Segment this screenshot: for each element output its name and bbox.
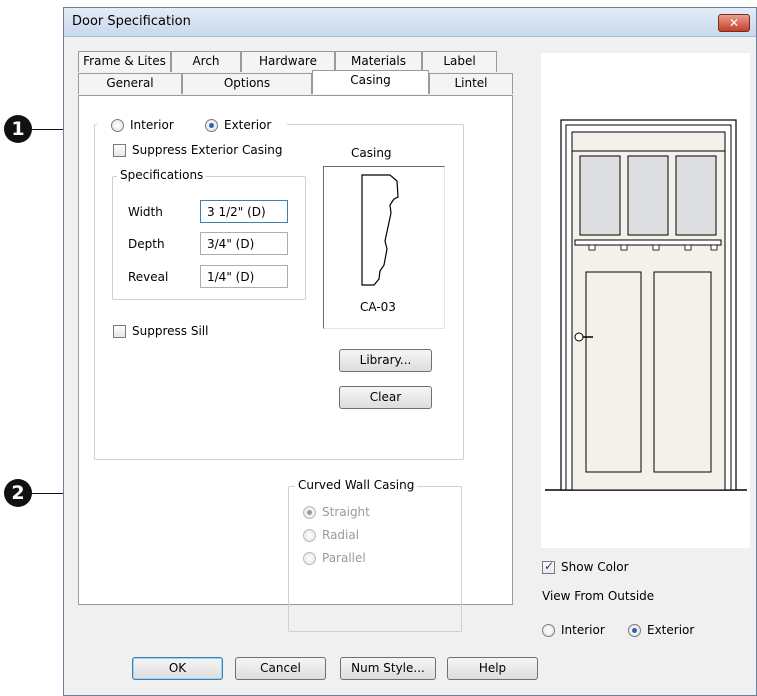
parallel-radio-label: Parallel — [322, 551, 366, 565]
title-bar: Door Specification ✕ — [64, 8, 756, 37]
ok-button[interactable]: OK — [132, 657, 223, 680]
preview-exterior-label: Exterior — [647, 623, 695, 637]
casing-tab-panel: Interior Exterior Suppress Exterior Casi… — [78, 95, 513, 632]
num-style-button[interactable]: Num Style... — [340, 657, 436, 680]
door-elevation-image — [545, 119, 747, 491]
tab-arch[interactable]: Arch — [171, 51, 241, 72]
show-color-checkbox[interactable] — [542, 559, 555, 574]
straight-radio-label: Straight — [322, 505, 370, 519]
depth-field[interactable] — [200, 232, 288, 255]
preview-interior-label: Interior — [561, 623, 605, 637]
suppress-sill-label: Suppress Sill — [132, 324, 209, 338]
show-color-label: Show Color — [561, 560, 629, 574]
suppress-sill-checkbox[interactable] — [113, 325, 126, 338]
tab-casing[interactable]: Casing — [312, 70, 429, 94]
cancel-button[interactable]: Cancel — [235, 657, 326, 680]
exterior-radio[interactable] — [205, 119, 218, 132]
preview-interior-radio[interactable] — [542, 624, 555, 637]
specifications-legend: Specifications — [117, 168, 207, 182]
window-title: Door Specification — [72, 14, 191, 29]
tab-hardware[interactable]: Hardware — [241, 51, 335, 72]
door-specification-dialog: Door Specification ✕ Frame & Lites Arch … — [63, 7, 757, 696]
radial-radio[interactable] — [303, 529, 316, 542]
interior-radio[interactable] — [111, 119, 124, 132]
view-from-outside-label: View From Outside — [542, 589, 655, 603]
library-button[interactable]: Library... — [339, 349, 432, 372]
close-icon: ✕ — [728, 16, 740, 30]
clear-button[interactable]: Clear — [339, 386, 432, 409]
parallel-radio[interactable] — [303, 552, 316, 565]
width-field[interactable] — [200, 200, 288, 223]
reveal-label: Reveal — [128, 270, 169, 284]
tab-lintel[interactable]: Lintel — [429, 73, 513, 94]
callout-1: 1 — [4, 115, 32, 143]
width-label: Width — [128, 205, 163, 219]
door-preview-panel — [541, 53, 750, 548]
help-button[interactable]: Help — [447, 657, 538, 680]
curved-wall-casing-legend: Curved Wall Casing — [295, 478, 418, 492]
suppress-exterior-casing-label: Suppress Exterior Casing — [132, 143, 283, 157]
depth-label: Depth — [128, 237, 165, 251]
radial-radio-label: Radial — [322, 528, 360, 542]
straight-radio[interactable] — [303, 506, 316, 519]
callout-2: 2 — [4, 479, 32, 507]
tab-general[interactable]: General — [78, 73, 182, 94]
casing-side-legend: Interior Exterior — [97, 117, 287, 135]
casing-profile-name: CA-03 — [360, 300, 396, 314]
exterior-radio-label: Exterior — [224, 118, 272, 132]
casing-profile-preview[interactable]: CA-03 — [323, 166, 445, 329]
tab-frame-lites[interactable]: Frame & Lites — [78, 51, 171, 72]
tab-materials[interactable]: Materials — [335, 51, 422, 72]
reveal-field[interactable] — [200, 265, 288, 288]
interior-radio-label: Interior — [130, 118, 174, 132]
tab-options[interactable]: Options — [182, 73, 312, 94]
suppress-exterior-casing-checkbox[interactable] — [113, 144, 126, 157]
casing-preview-title: Casing — [351, 146, 392, 160]
close-button[interactable]: ✕ — [718, 14, 750, 32]
preview-exterior-radio[interactable] — [628, 624, 641, 637]
casing-profile-icon — [361, 174, 399, 286]
tab-label[interactable]: Label — [422, 51, 497, 72]
